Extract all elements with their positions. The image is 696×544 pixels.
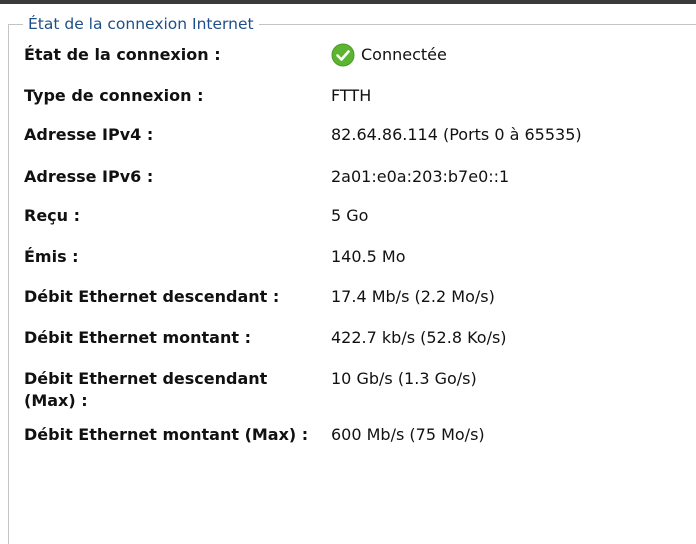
downstream-max-value: 10 Gb/s (1.3 Go/s) bbox=[331, 369, 477, 388]
ipv6-value: 2a01:e0a:203:b7e0::1 bbox=[331, 167, 510, 186]
upstream-max-label: Débit Ethernet montant (Max) : bbox=[24, 425, 309, 444]
downstream-rate-value: 17.4 Mb/s (2.2 Mo/s) bbox=[331, 287, 495, 306]
status-text: Connectée bbox=[361, 45, 447, 64]
connection-type-value: FTTH bbox=[331, 86, 372, 105]
check-circle-icon bbox=[331, 43, 355, 67]
downstream-max-label: Débit Ethernet descendant (Max) : bbox=[24, 369, 268, 410]
top-bar bbox=[0, 0, 696, 4]
upstream-rate-value: 422.7 kb/s (52.8 Ko/s) bbox=[331, 328, 507, 347]
ipv6-label: Adresse IPv6 : bbox=[24, 167, 154, 186]
panel-title: État de la connexion Internet bbox=[23, 14, 259, 34]
sent-value: 140.5 Mo bbox=[331, 247, 406, 266]
sent-label: Émis : bbox=[24, 247, 79, 266]
upstream-rate-label: Débit Ethernet montant : bbox=[24, 328, 251, 347]
status-label: État de la connexion : bbox=[24, 45, 221, 64]
status-value: Connectée bbox=[331, 43, 447, 67]
connection-type-label: Type de connexion : bbox=[24, 86, 204, 105]
ipv4-label: Adresse IPv4 : bbox=[24, 125, 154, 144]
upstream-max-value: 600 Mb/s (75 Mo/s) bbox=[331, 425, 485, 444]
received-value: 5 Go bbox=[331, 206, 369, 225]
received-label: Reçu : bbox=[24, 206, 81, 225]
ipv4-value: 82.64.86.114 (Ports 0 à 65535) bbox=[331, 125, 582, 144]
downstream-rate-label: Débit Ethernet descendant : bbox=[24, 287, 280, 306]
